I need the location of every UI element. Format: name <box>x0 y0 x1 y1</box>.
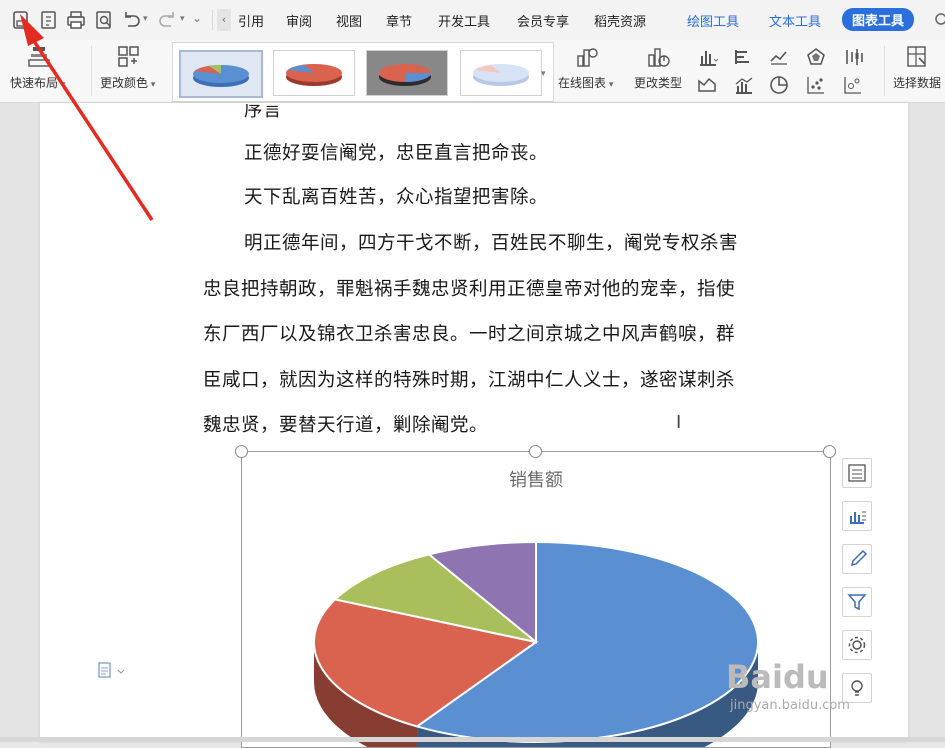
menu-docer[interactable]: 稻壳资源 <box>594 11 646 30</box>
watermark-site: jingyan.baidu.com <box>730 698 850 713</box>
tab-chart-tools[interactable]: 图表工具 <box>842 8 915 31</box>
print-icon[interactable] <box>65 9 87 31</box>
document-note-icon[interactable] <box>98 662 126 684</box>
menu-dev-tools[interactable]: 开发工具 <box>438 11 490 30</box>
search-icon[interactable] <box>932 12 945 32</box>
change-type-label: 更改类型 <box>634 76 683 90</box>
quick-layout-label: 快速布局 <box>10 76 59 90</box>
menu-view[interactable]: 视图 <box>336 11 362 30</box>
export-pdf-icon[interactable] <box>38 9 60 31</box>
chart-style-gallery: ▾ <box>172 42 554 102</box>
redo-dropdown-icon[interactable]: ▾ <box>180 14 185 24</box>
select-data-button[interactable]: 选择数据 <box>893 44 941 91</box>
menu-vip[interactable]: 会员专享 <box>517 11 569 30</box>
menu-scroll-left-icon[interactable]: ‹ <box>217 9 231 31</box>
chart-style-thumb-2[interactable] <box>273 50 355 96</box>
chart-style-thumb-1[interactable] <box>179 50 263 98</box>
scatter-chart-icon[interactable] <box>806 75 828 95</box>
select-data-label: 选择数据 <box>893 76 942 90</box>
menu-ref[interactable]: 引用 <box>238 11 264 30</box>
resize-handle-top-right[interactable] <box>823 445 836 458</box>
online-chart-icon <box>577 48 598 67</box>
bar-chart-icon[interactable] <box>697 47 719 67</box>
bubble-chart-icon[interactable] <box>843 75 865 95</box>
quick-layout-icon <box>28 47 50 67</box>
customize-quick-access-icon[interactable]: ⌄ <box>192 11 202 25</box>
undo-icon[interactable] <box>120 9 142 31</box>
gallery-expand-icon[interactable]: ▾ <box>541 69 546 79</box>
paragraph-line-2: 忠良把持朝政，罪魁祸手魏忠贤利用正德皇帝对他的宠幸，指使 <box>203 279 736 300</box>
chart-elements-icon[interactable] <box>842 458 872 488</box>
menu-section[interactable]: 章节 <box>386 11 412 30</box>
status-strip <box>0 737 945 742</box>
print-preview-icon[interactable] <box>93 9 115 31</box>
online-chart-button[interactable]: 在线图表 ▾ <box>558 44 613 91</box>
tab-draw-tools[interactable]: 绘图工具 <box>687 11 739 30</box>
menu-divider <box>212 10 213 30</box>
tab-text-tools[interactable]: 文本工具 <box>769 11 821 30</box>
paragraph-line-5: 魏忠贤，要替天行道，剿除阉党。 <box>203 415 489 436</box>
change-color-icon <box>117 46 139 67</box>
chart-style-thumb-3[interactable] <box>366 50 448 96</box>
change-type-button[interactable]: 更改类型 <box>634 44 682 91</box>
chart-filter-icon[interactable] <box>842 587 872 617</box>
online-chart-label: 在线图表 <box>558 76 607 90</box>
quick-layout-button[interactable]: 快速布局 ▾ <box>10 44 65 91</box>
resize-handle-top-center[interactable] <box>529 445 542 458</box>
stock-chart-icon[interactable] <box>843 47 865 67</box>
menu-review[interactable]: 审阅 <box>286 11 312 30</box>
title-menu-bar: ▾ ▾ ⌄ ‹ 引用 审阅 视图 章节 开发工具 会员专享 稻壳资源 绘图工具 … <box>0 0 945 41</box>
chart-data-icon[interactable] <box>842 501 872 531</box>
change-color-button[interactable]: 更改颜色 ▾ <box>100 44 155 91</box>
radar-chart-icon[interactable] <box>806 47 828 67</box>
poem-line-1: 正德好耍信阉党，忠臣直言把命丧。 <box>244 143 549 164</box>
area-chart-icon[interactable] <box>697 75 719 95</box>
resize-handle-top-left[interactable] <box>235 445 248 458</box>
select-data-icon <box>907 46 926 67</box>
chart-style-brush-icon[interactable] <box>842 544 872 574</box>
poem-line-2: 天下乱离百姓苦，众心指望把害除。 <box>244 187 549 208</box>
paragraph-line-3: 东厂西厂以及锦衣卫杀害忠良。一时之间京城之中风声鹤唳，群 <box>203 324 736 345</box>
save-icon[interactable] <box>10 9 32 31</box>
pie-chart-icon[interactable] <box>769 75 791 95</box>
combo-chart-icon[interactable] <box>733 75 755 95</box>
chart-style-thumb-4[interactable] <box>460 50 542 96</box>
paragraph-line-1: 明正德年间，四方干戈不断，百姓民不聊生，阉党专权杀害 <box>244 233 739 254</box>
horizontal-bar-chart-icon[interactable] <box>733 47 755 67</box>
change-color-label: 更改颜色 <box>100 76 149 90</box>
ribbon-toolbar: 快速布局 ▾ 更改颜色 ▾ ▾ 在线图表 ▾ 更改类型 选择数据 <box>0 40 945 103</box>
redo-icon[interactable] <box>157 9 179 31</box>
paragraph-line-4: 臣咸口，就因为这样的特殊时期，江湖中仁人义士，遂密谋刺杀 <box>203 370 736 391</box>
line-chart-icon[interactable] <box>769 47 791 67</box>
undo-dropdown-icon[interactable]: ▾ <box>143 14 148 24</box>
change-type-icon <box>648 48 670 67</box>
watermark-brand: Baidu <box>726 658 829 696</box>
text-cursor-icon: Ι <box>676 412 682 433</box>
ribbon-divider <box>91 46 92 96</box>
chart-settings-gear-icon[interactable] <box>842 630 872 660</box>
ribbon-divider <box>884 46 885 96</box>
